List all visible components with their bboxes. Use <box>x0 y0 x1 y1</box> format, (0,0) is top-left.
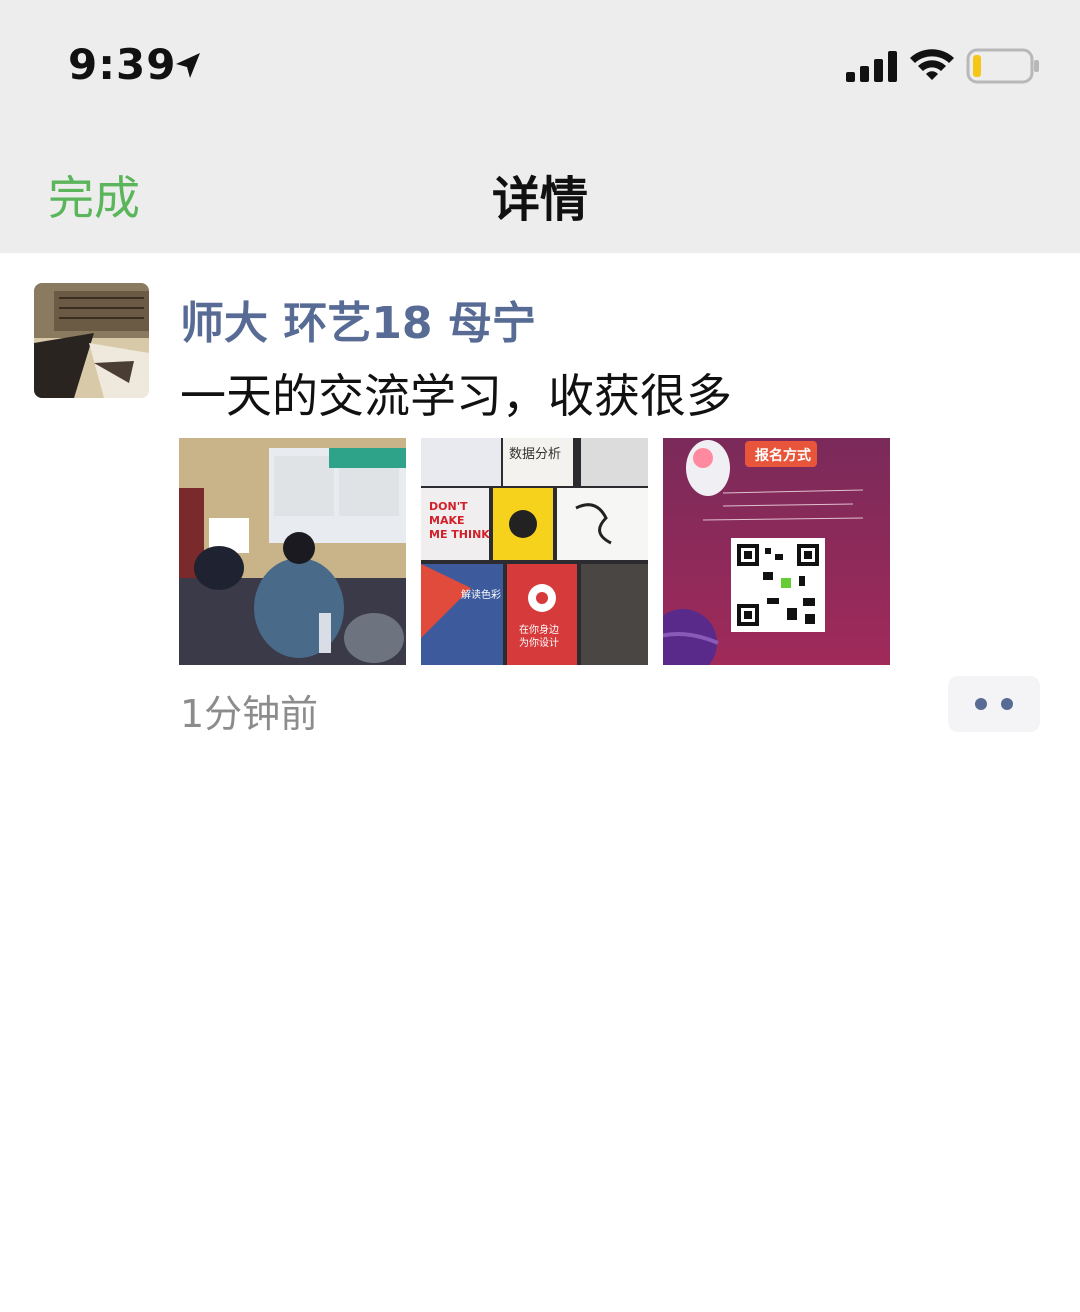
post-text: 一天的交流学习，收获很多 <box>180 369 732 423</box>
svg-text:解读色彩: 解读色彩 <box>461 588 501 601</box>
svg-text:MAKE: MAKE <box>429 514 465 527</box>
page-title: 详情 <box>491 172 588 228</box>
books-photo[interactable]: 数据分析 DON'T MAKE ME THINK 解读色彩 在你身边 为你设计 <box>421 438 648 665</box>
svg-text:报名方式: 报名方式 <box>755 447 811 464</box>
signup-poster[interactable]: 报名方式 <box>663 438 890 665</box>
svg-text:DON'T: DON'T <box>429 500 468 513</box>
svg-text:为你设计: 为你设计 <box>519 636 559 649</box>
post-timestamp: 1分钟前 <box>180 692 319 736</box>
classroom-photo[interactable] <box>179 438 406 665</box>
svg-text:在你身边: 在你身边 <box>519 623 559 636</box>
avatar[interactable] <box>34 283 149 398</box>
post-author[interactable]: 师大 环艺18 母宁 <box>180 287 536 351</box>
cellular-signal-icon <box>846 51 897 82</box>
svg-text:数据分析: 数据分析 <box>509 447 561 462</box>
battery-icon <box>966 48 1039 84</box>
avatar-image <box>34 283 149 398</box>
svg-text:ME THINK: ME THINK <box>429 528 490 541</box>
status-time: 9:39 <box>68 40 177 89</box>
more-dots-icon <box>975 698 1013 710</box>
header-area: 9:39 完成 详情 <box>0 0 1080 253</box>
wifi-icon <box>910 49 954 80</box>
location-arrow-icon <box>176 53 200 78</box>
more-button[interactable] <box>948 676 1040 732</box>
